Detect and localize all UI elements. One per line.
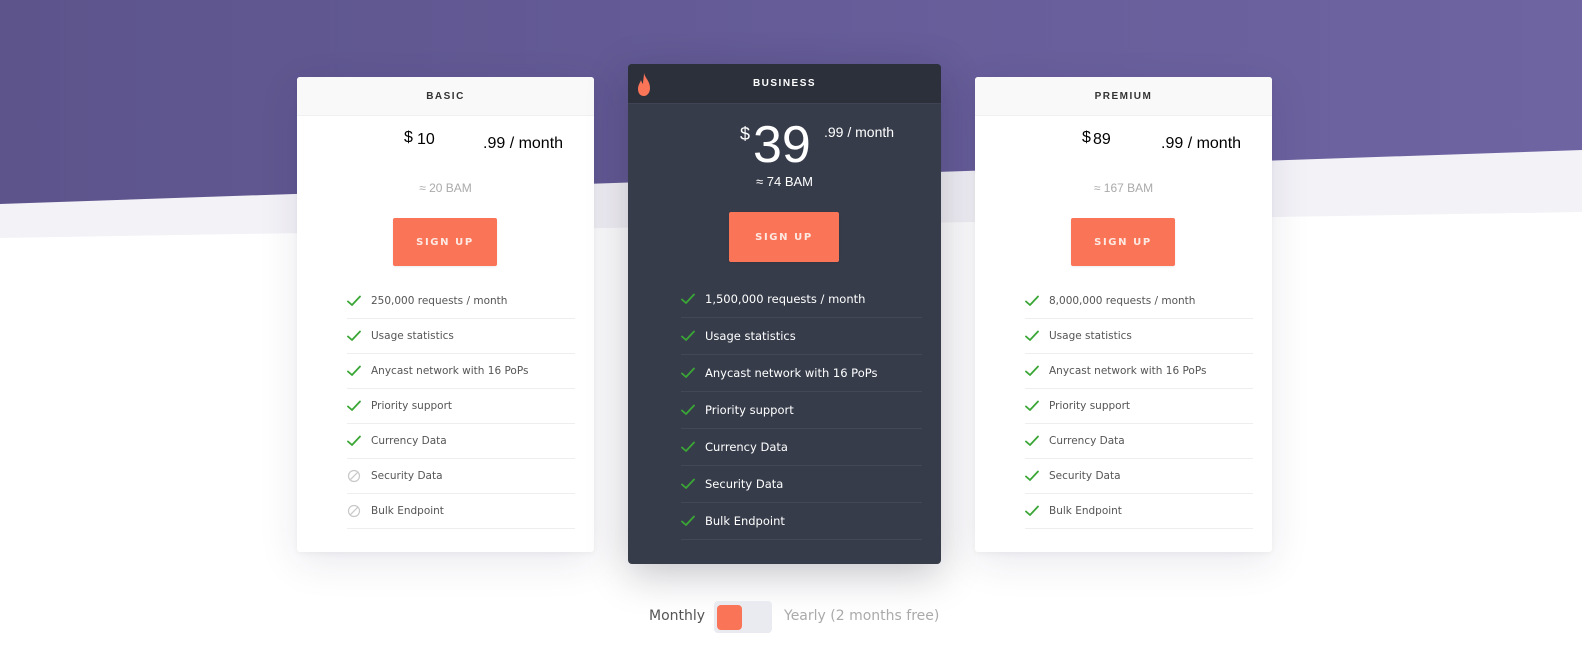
monthly-label[interactable]: Monthly: [649, 608, 705, 624]
feature-item: Anycast network with 16 PoPs: [1025, 354, 1253, 389]
feature-item: Security Data: [347, 459, 575, 494]
plan-card-premium: PREMIUM $ 89 .99 / month ≈ 167 BAM SIGN …: [975, 77, 1272, 552]
sign-up-button[interactable]: SIGN UP: [1071, 218, 1175, 266]
feature-label: Usage statistics: [705, 329, 796, 343]
feature-label: Currency Data: [705, 440, 788, 454]
price-amount: 39: [753, 116, 811, 174]
feature-item: Usage statistics: [1025, 319, 1253, 354]
feature-item: Currency Data: [1025, 424, 1253, 459]
check-icon: [1025, 505, 1049, 517]
feature-item: Security Data: [681, 466, 922, 503]
billing-period-switch[interactable]: [714, 601, 772, 633]
switch-knob[interactable]: [717, 605, 742, 630]
currency-symbol: $: [740, 124, 751, 144]
plan-name: PREMIUM: [975, 77, 1272, 116]
feature-item: 250,000 requests / month: [347, 284, 575, 319]
check-icon: [1025, 295, 1049, 307]
feature-label: Bulk Endpoint: [1049, 505, 1122, 517]
check-icon: [681, 441, 705, 453]
check-icon: [347, 365, 371, 377]
price-cents-period: .99 / month: [1161, 135, 1242, 152]
feature-label: Anycast network with 16 PoPs: [371, 365, 529, 377]
check-icon: [681, 515, 705, 527]
check-icon: [1025, 330, 1049, 342]
feature-item: Bulk Endpoint: [1025, 494, 1253, 529]
feature-list: 8,000,000 requests / month Usage statisti…: [1025, 284, 1253, 529]
feature-item: Priority support: [1025, 389, 1253, 424]
check-icon: [1025, 400, 1049, 412]
check-icon: [347, 400, 371, 412]
check-icon: [347, 330, 371, 342]
price-approx-bam: ≈ 20 BAM: [419, 181, 472, 195]
check-icon: [347, 295, 371, 307]
feature-label: Anycast network with 16 PoPs: [705, 366, 878, 380]
feature-label: Priority support: [1049, 400, 1131, 412]
feature-item: 1,500,000 requests / month: [681, 281, 922, 318]
check-icon: [681, 478, 705, 490]
currency-symbol: $: [1082, 129, 1091, 146]
feature-item: Anycast network with 16 PoPs: [681, 355, 922, 392]
plan-card-business: BUSINESS $ 39 .99 / month ≈ 74 BAM SIGN …: [628, 64, 941, 564]
feature-item: Usage statistics: [681, 318, 922, 355]
feature-label: Bulk Endpoint: [705, 514, 785, 528]
feature-label: Usage statistics: [1049, 330, 1132, 342]
feature-label: Priority support: [705, 403, 794, 417]
price-approx-bam: ≈ 74 BAM: [756, 174, 813, 189]
feature-label: 8,000,000 requests / month: [1049, 295, 1196, 307]
check-icon: [681, 404, 705, 416]
sign-up-button[interactable]: SIGN UP: [729, 212, 839, 262]
plan-name: BASIC: [297, 77, 594, 116]
feature-label: Security Data: [371, 470, 443, 482]
feature-item: Bulk Endpoint: [681, 503, 922, 540]
check-icon: [1025, 365, 1049, 377]
billing-toggle: Monthly Yearly (2 months free): [0, 600, 1582, 634]
flame-icon: [638, 73, 650, 96]
feature-item: Priority support: [681, 392, 922, 429]
feature-label: Anycast network with 16 PoPs: [1049, 365, 1207, 377]
feature-label: Priority support: [371, 400, 453, 412]
plan-card-basic: BASIC $ 10 .99 / month ≈ 20 BAM SIGN UP …: [297, 77, 594, 552]
feature-item: Security Data: [1025, 459, 1253, 494]
check-icon: [1025, 470, 1049, 482]
feature-label: Security Data: [705, 477, 784, 491]
sign-up-button[interactable]: SIGN UP: [393, 218, 497, 266]
plan-name: BUSINESS: [752, 78, 817, 89]
feature-label: Security Data: [1049, 470, 1121, 482]
price-approx-bam: ≈ 167 BAM: [1093, 181, 1154, 195]
feature-list: 250,000 requests / month Usage statistics…: [347, 284, 575, 529]
price-amount: 89: [1093, 131, 1111, 148]
plan-header: BUSINESS: [628, 64, 941, 104]
price-cents-period: .99 / month: [483, 135, 564, 152]
feature-label: 1,500,000 requests / month: [705, 292, 866, 306]
yearly-label[interactable]: Yearly (2 months free): [784, 608, 939, 624]
feature-label: Bulk Endpoint: [371, 505, 444, 517]
not-allowed-icon: [347, 469, 371, 483]
check-icon: [681, 293, 705, 305]
feature-item: Bulk Endpoint: [347, 494, 575, 529]
currency-symbol: $: [404, 129, 413, 146]
feature-item: Currency Data: [681, 429, 922, 466]
price-cents-period: .99 / month: [824, 124, 895, 140]
check-icon: [347, 435, 371, 447]
feature-list: 1,500,000 requests / month Usage statisti…: [681, 281, 922, 540]
feature-item: Currency Data: [347, 424, 575, 459]
price-amount: 10: [417, 131, 435, 148]
feature-label: Currency Data: [1049, 435, 1125, 447]
feature-item: Usage statistics: [347, 319, 575, 354]
check-icon: [1025, 435, 1049, 447]
feature-label: Currency Data: [371, 435, 447, 447]
feature-item: Anycast network with 16 PoPs: [347, 354, 575, 389]
feature-item: Priority support: [347, 389, 575, 424]
not-allowed-icon: [347, 504, 371, 518]
feature-item: 8,000,000 requests / month: [1025, 284, 1253, 319]
feature-label: Usage statistics: [371, 330, 454, 342]
check-icon: [681, 330, 705, 342]
check-icon: [681, 367, 705, 379]
feature-label: 250,000 requests / month: [371, 295, 508, 307]
